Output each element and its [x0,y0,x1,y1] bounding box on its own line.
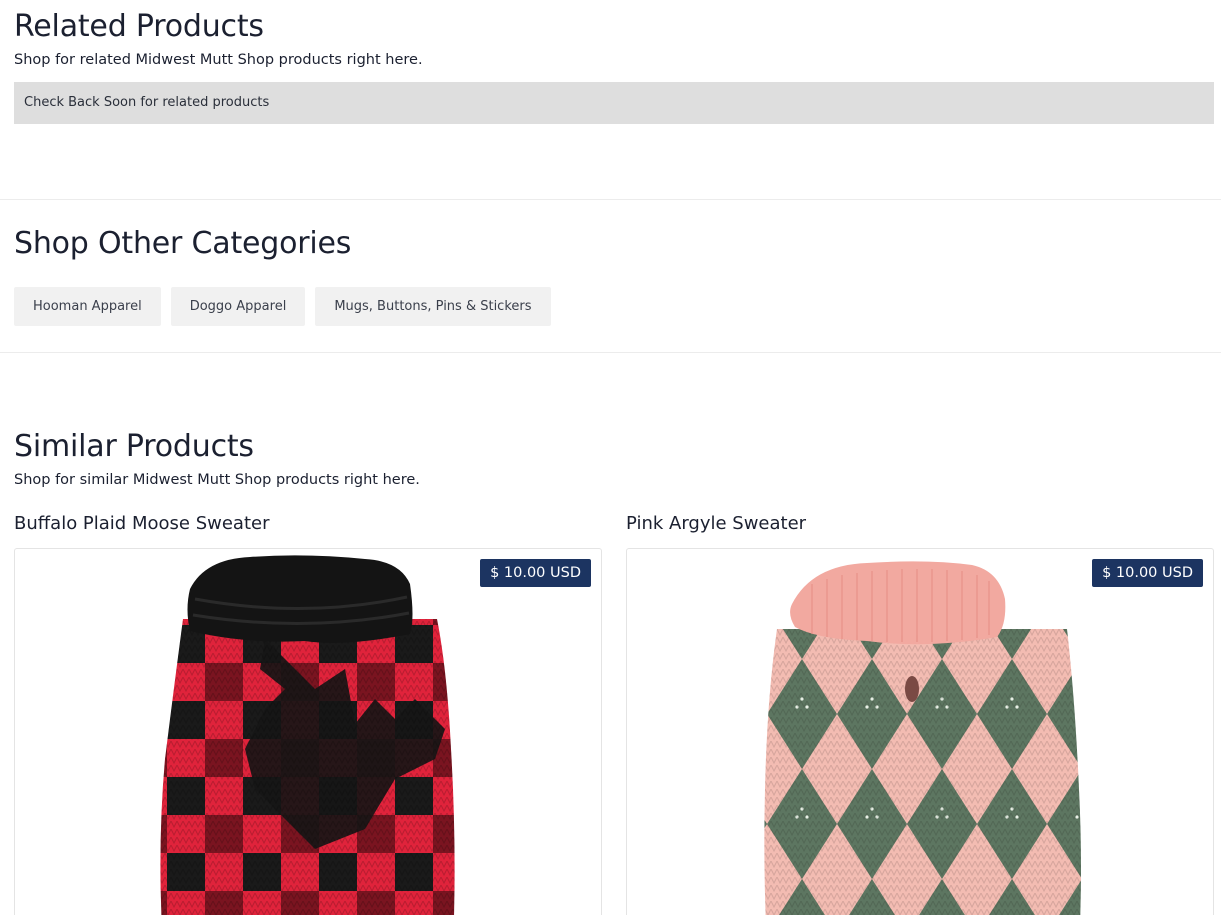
section-divider [0,199,1221,200]
related-products-title: Related Products [14,9,264,44]
product-item: Pink Argyle Sweater $ 10.00 USD [626,512,1214,915]
category-list: Hooman Apparel Doggo Apparel Mugs, Butto… [14,287,551,326]
price-badge: $ 10.00 USD [480,559,591,587]
product-item: Buffalo Plaid Moose Sweater $ 10.00 USD [14,512,602,915]
similar-products-title: Similar Products [14,429,254,464]
category-button-hooman-apparel[interactable]: Hooman Apparel [14,287,161,326]
product-name-link[interactable]: Buffalo Plaid Moose Sweater [14,512,602,536]
related-products-notice: Check Back Soon for related products [14,82,1214,124]
product-card[interactable]: $ 10.00 USD [14,548,602,915]
similar-products-subtitle: Shop for similar Midwest Mutt Shop produ… [14,472,420,488]
price-badge: $ 10.00 USD [1092,559,1203,587]
page: Related Products Shop for related Midwes… [0,0,1221,915]
section-divider [0,352,1221,353]
product-name-link[interactable]: Pink Argyle Sweater [626,512,1214,536]
dog-sweater-red-plaid-image [160,555,455,915]
dog-sweater-pink-argyle-image [764,561,1082,915]
category-button-doggo-apparel[interactable]: Doggo Apparel [170,287,306,326]
categories-title: Shop Other Categories [14,226,352,261]
related-products-subtitle: Shop for related Midwest Mutt Shop produ… [14,52,423,68]
product-card[interactable]: $ 10.00 USD [626,548,1214,915]
category-button-mugs-buttons-pins-stickers[interactable]: Mugs, Buttons, Pins & Stickers [315,287,551,326]
